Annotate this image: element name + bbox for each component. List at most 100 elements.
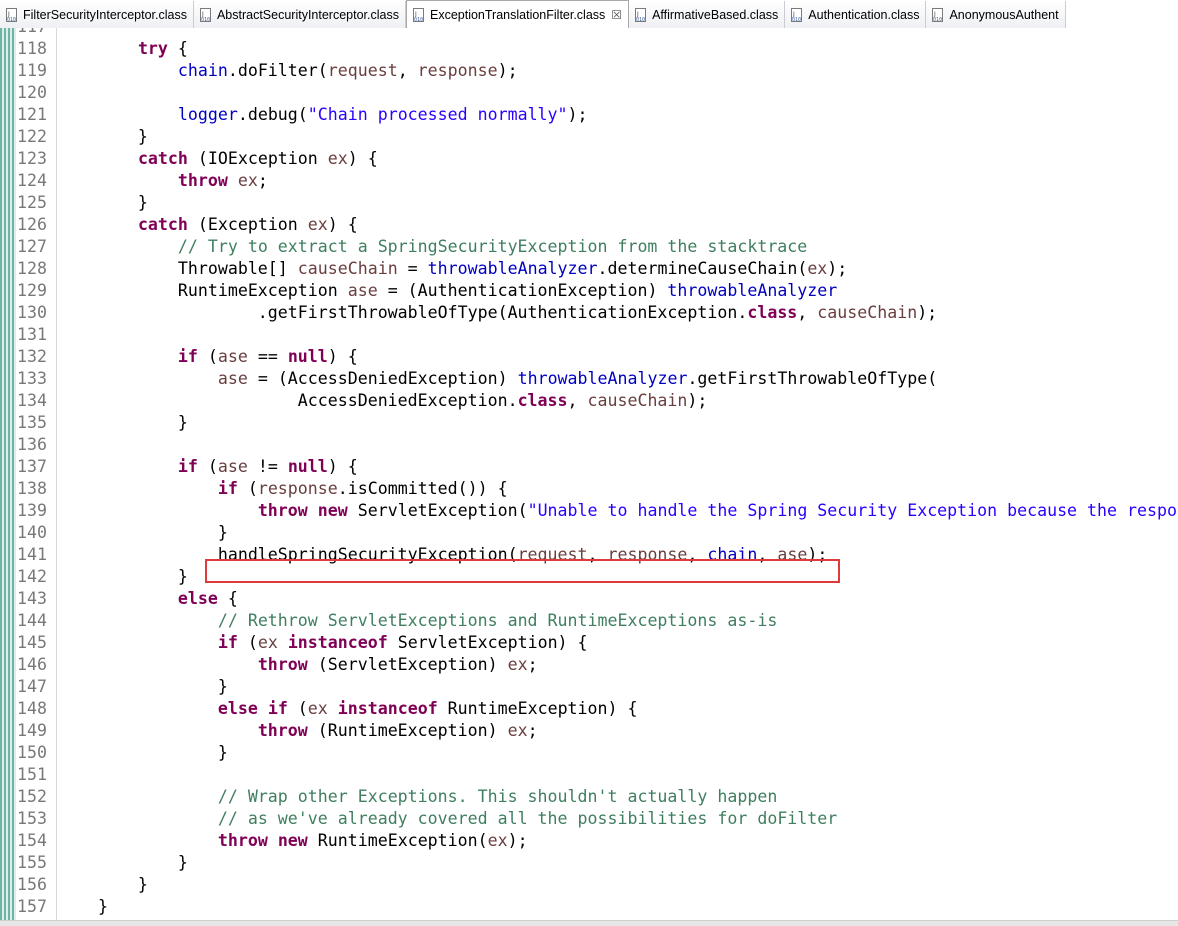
tab-label: ExceptionTranslationFilter.class <box>429 7 606 22</box>
line-number: 126 <box>17 215 47 234</box>
code-line[interactable]: 130 .getFirstThrowableOfType(Authenticat… <box>0 302 1178 324</box>
line-number: 120 <box>17 83 47 102</box>
code-text: chain.doFilter(request, response); <box>177 61 518 80</box>
code-line[interactable]: 148 else if (ex instanceof RuntimeExcept… <box>0 698 1178 720</box>
code-line[interactable]: 145 if (ex instanceof ServletException) … <box>0 632 1178 654</box>
code-line[interactable]: 144 // Rethrow ServletExceptions and Run… <box>0 610 1178 632</box>
code-line[interactable]: 146 throw (ServletException) ex; <box>0 654 1178 676</box>
tab-authentication-class[interactable]: J 010 Authentication.class <box>785 1 927 28</box>
tab-exceptiontranslationfilter-class[interactable]: J 010 ExceptionTranslationFilter.class ☒ <box>405 0 630 28</box>
code-line[interactable]: 134 AccessDeniedException.class, causeCh… <box>0 390 1178 412</box>
line-number: 154 <box>17 831 47 850</box>
line-number: 155 <box>17 853 47 872</box>
code-line[interactable]: 127 // Try to extract a SpringSecurityEx… <box>0 236 1178 258</box>
svg-text:010: 010 <box>7 17 16 23</box>
tab-label: FilterSecurityInterceptor.class <box>23 7 187 22</box>
line-number: 127 <box>17 237 47 256</box>
line-number: 124 <box>17 171 47 190</box>
code-line[interactable]: 132 if (ase == null) { <box>0 346 1178 368</box>
code-line[interactable]: 128 Throwable[] causeChain = throwableAn… <box>0 258 1178 280</box>
code-line[interactable]: 149 throw (RuntimeException) ex; <box>0 720 1178 742</box>
code-line[interactable]: 122 } <box>0 126 1178 148</box>
code-text: try { <box>137 39 188 58</box>
line-number: 147 <box>17 677 47 696</box>
code-text: throw (RuntimeException) ex; <box>257 721 538 740</box>
line-number: 136 <box>17 435 47 454</box>
code-line[interactable]: 152 // Wrap other Exceptions. This shoul… <box>0 786 1178 808</box>
line-number: 138 <box>17 479 47 498</box>
line-number: 157 <box>17 897 47 916</box>
code-line[interactable]: 151 <box>0 764 1178 786</box>
code-line[interactable]: 150 } <box>0 742 1178 764</box>
code-line[interactable]: 124 throw ex; <box>0 170 1178 192</box>
code-line[interactable]: 119 chain.doFilter(request, response); <box>0 60 1178 82</box>
line-number: 151 <box>17 765 47 784</box>
code-line[interactable]: 147 } <box>0 676 1178 698</box>
line-number: 139 <box>17 501 47 520</box>
tab-affirmativebased-class[interactable]: J 010 AffirmativeBased.class <box>629 1 786 28</box>
code-line[interactable]: 140 } <box>0 522 1178 544</box>
code-text: throw ex; <box>177 171 268 190</box>
line-number: 156 <box>17 875 47 894</box>
code-line[interactable]: 136 <box>0 434 1178 456</box>
class-file-icon: J 010 <box>789 7 805 23</box>
code-line[interactable]: 156 } <box>0 874 1178 896</box>
line-number: 146 <box>17 655 47 674</box>
horizontal-scrollbar[interactable] <box>0 920 1178 926</box>
line-number: 137 <box>17 457 47 476</box>
code-text: // Wrap other Exceptions. This shouldn't… <box>217 787 778 806</box>
code-line[interactable]: 157 } <box>0 896 1178 918</box>
code-text: Throwable[] causeChain = throwableAnalyz… <box>58 259 848 278</box>
code-line[interactable]: 135 } <box>0 412 1178 434</box>
code-text: } <box>58 523 228 542</box>
code-line[interactable]: 118 try { <box>0 38 1178 60</box>
code-text: } <box>58 567 188 586</box>
code-line[interactable]: 139 throw new ServletException("Unable t… <box>0 500 1178 522</box>
line-number: 149 <box>17 721 47 740</box>
code-editor[interactable]: 117118 try {119 chain.doFilter(request, … <box>0 28 1178 920</box>
code-line[interactable]: 133 ase = (AccessDeniedException) throwa… <box>0 368 1178 390</box>
code-text: } <box>58 193 148 212</box>
close-icon[interactable]: ☒ <box>611 8 622 22</box>
code-text: // Rethrow ServletExceptions and Runtime… <box>217 611 778 630</box>
code-line[interactable]: 137 if (ase != null) { <box>0 456 1178 478</box>
line-number: 144 <box>17 611 47 630</box>
code-text: ase = (AccessDeniedException) throwableA… <box>217 369 938 388</box>
code-text: // Try to extract a SpringSecurityExcept… <box>177 237 808 256</box>
line-number: 121 <box>17 105 47 124</box>
code-line[interactable]: 131 <box>0 324 1178 346</box>
line-number: 135 <box>17 413 47 432</box>
code-text: .getFirstThrowableOfType(AuthenticationE… <box>58 303 938 322</box>
code-line[interactable]: 123 catch (IOException ex) { <box>0 148 1178 170</box>
class-file-icon: J 010 <box>930 7 946 23</box>
code-line[interactable]: 129 RuntimeException ase = (Authenticati… <box>0 280 1178 302</box>
line-number: 134 <box>17 391 47 410</box>
tab-anonymousauthent[interactable]: J 010 AnonymousAuthent <box>926 1 1066 28</box>
code-line[interactable]: 125 } <box>0 192 1178 214</box>
line-number: 140 <box>17 523 47 542</box>
code-line[interactable]: 154 throw new RuntimeException(ex); <box>0 830 1178 852</box>
code-line[interactable]: 153 // as we've already covered all the … <box>0 808 1178 830</box>
code-line[interactable]: 126 catch (Exception ex) { <box>0 214 1178 236</box>
code-line[interactable]: 117 <box>0 28 1178 38</box>
line-number: 150 <box>17 743 47 762</box>
code-text: AccessDeniedException.class, causeChain)… <box>58 391 708 410</box>
tab-filtersecurityinterceptor-class[interactable]: J 010 FilterSecurityInterceptor.class <box>0 1 194 28</box>
code-line[interactable]: 155 } <box>0 852 1178 874</box>
tab-label: AnonymousAuthent <box>949 7 1059 22</box>
code-text: } <box>58 677 228 696</box>
code-line[interactable]: 138 if (response.isCommitted()) { <box>0 478 1178 500</box>
tab-abstractsecurityinterceptor-class[interactable]: J 010 AbstractSecurityInterceptor.class <box>193 1 406 28</box>
line-number: 128 <box>17 259 47 278</box>
code-text: if (ex instanceof ServletException) { <box>217 633 588 652</box>
code-line[interactable]: 120 <box>0 82 1178 104</box>
code-line[interactable]: 121 logger.debug("Chain processed normal… <box>0 104 1178 126</box>
editor-tab-bar: J 010 FilterSecurityInterceptor.class J 010 A… <box>0 0 1178 29</box>
code-line[interactable]: 143 else { <box>0 588 1178 610</box>
highlight-box <box>205 559 840 583</box>
code-text: } <box>58 897 108 916</box>
line-number: 148 <box>17 699 47 718</box>
svg-text:010: 010 <box>933 17 942 23</box>
code-text: catch (Exception ex) { <box>137 215 358 234</box>
line-number: 129 <box>17 281 47 300</box>
